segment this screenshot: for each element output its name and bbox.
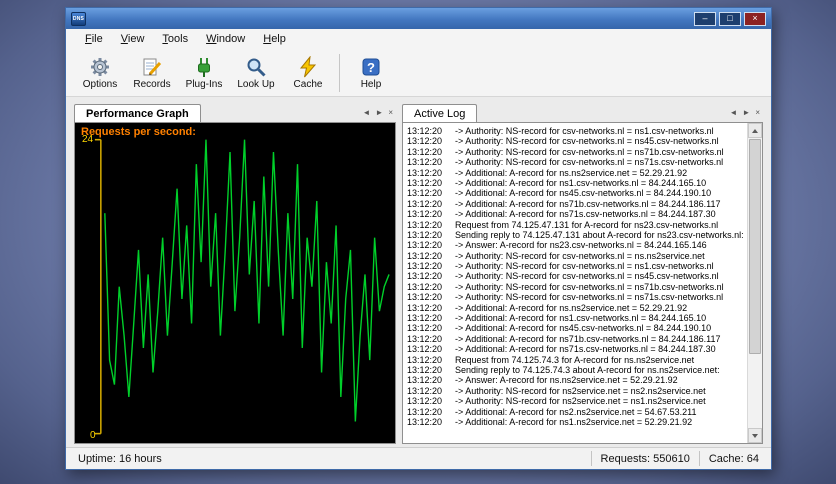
scroll-up-button[interactable] [748, 123, 762, 138]
log-line: 13:12:20 -> Additional: A-record for ns45… [407, 323, 712, 334]
main-area: Performance Graph ◄ ► × Requests per sec [66, 97, 771, 447]
maximize-button[interactable]: □ [719, 11, 741, 26]
toolbar-label: Plug-Ins [185, 78, 223, 90]
close-button[interactable]: × [744, 11, 766, 26]
window-controls: – □ × [694, 11, 766, 26]
status-cache: Cache: 64 [708, 452, 759, 465]
title-bar[interactable]: DNS – □ × [66, 8, 771, 29]
log-line: 13:12:20 -> Authority: NS-record for csv-… [407, 157, 724, 168]
log-line: 13:12:20 -> Authority: NS-record for csv-… [407, 250, 705, 261]
log-line: 13:12:20 -> Additional: A-record for ns71… [407, 198, 721, 209]
log-line: 13:12:20 -> Answer: A-record for ns23.csv… [407, 240, 707, 251]
left-tabstrip: Performance Graph ◄ ► × [74, 101, 396, 123]
log-line: 13:12:20 -> Authority: NS-record for ns2s… [407, 396, 706, 407]
log-line: 13:12:20 -> Authority: NS-record for csv-… [407, 126, 714, 136]
toolbar-label: Records [133, 78, 171, 90]
log-line: 13:12:20 -> Authority: NS-record for ns2s… [407, 385, 706, 396]
log-lines: 13:12:20 -> Authority: NS-record for csv-… [403, 123, 747, 443]
tab-close-icon[interactable]: × [388, 109, 393, 117]
active-log-panel: Active Log ◄ ► × 13:12:20 -> Authority: N… [402, 101, 763, 444]
records-button[interactable]: Records [126, 51, 178, 95]
left-tab-nav: ◄ ► × [362, 109, 396, 122]
gear-icon [91, 57, 109, 76]
cache-button[interactable]: Cache [282, 51, 334, 95]
menu-file[interactable]: File [76, 31, 112, 47]
plugins-button[interactable]: Plug-Ins [178, 51, 230, 95]
lookup-icon [247, 58, 266, 77]
app-icon: DNS [71, 11, 86, 26]
app-window: DNS – □ × File View Tools Window Help Op… [65, 7, 772, 470]
scroll-down-button[interactable] [748, 428, 762, 443]
minimize-button[interactable]: – [694, 11, 716, 26]
log-line: 13:12:20 -> Additional: A-record for ns45… [407, 188, 712, 199]
tab-scroll-left-icon[interactable]: ◄ [729, 109, 737, 117]
options-button[interactable]: Options [74, 51, 126, 95]
right-tabstrip: Active Log ◄ ► × [402, 101, 763, 123]
chart-line [104, 139, 390, 422]
scroll-up-icon [752, 128, 758, 133]
chart-canvas [94, 138, 390, 435]
right-tab-nav: ◄ ► × [729, 109, 763, 122]
log-line: 13:12:20 Request from 74.125.47.131 for A… [407, 219, 719, 230]
menu-help[interactable]: Help [254, 31, 295, 47]
menu-window[interactable]: Window [197, 31, 254, 47]
tab-active-log[interactable]: Active Log [402, 104, 478, 123]
chart-title: Requests per second: [81, 126, 196, 138]
active-log-body: 13:12:20 -> Authority: NS-record for csv-… [402, 122, 763, 444]
log-line: 13:12:20 -> Additional: A-record for ns.n… [407, 302, 688, 313]
log-line: 13:12:20 -> Answer: A-record for ns.ns2se… [407, 375, 678, 386]
menu-bar: File View Tools Window Help [66, 29, 771, 49]
log-line: 13:12:20 -> Additional: A-record for ns2.… [407, 406, 697, 417]
help-icon: ? [362, 58, 380, 75]
performance-chart: Requests per second: 24 0 [74, 122, 396, 444]
toolbar-label: Help [360, 78, 382, 90]
status-bar: Uptime: 16 hours Requests: 550610 Cache:… [66, 447, 771, 469]
tab-performance-graph[interactable]: Performance Graph [74, 104, 201, 123]
log-line: 13:12:20 -> Authority: NS-record for csv-… [407, 136, 719, 147]
log-line: 13:12:20 -> Additional: A-record for ns71… [407, 333, 721, 344]
help-button[interactable]: ? Help [345, 51, 397, 95]
log-line: 13:12:20 -> Additional: A-record for ns1.… [407, 313, 707, 324]
toolbar-label: Options [82, 78, 118, 90]
menu-tools[interactable]: Tools [153, 31, 197, 47]
tab-scroll-right-icon[interactable]: ► [742, 109, 750, 117]
log-line: 13:12:20 -> Authority: NS-record for csv-… [407, 146, 724, 157]
y-axis-min-label: 0 [90, 430, 96, 441]
log-line: 13:12:20 -> Authority: NS-record for csv-… [407, 292, 724, 303]
log-line: 13:12:20 -> Additional: A-record for ns1.… [407, 416, 693, 427]
tab-close-icon[interactable]: × [755, 109, 760, 117]
log-line: 13:12:20 -> Additional: A-record for ns.n… [407, 167, 688, 178]
scroll-thumb[interactable] [749, 139, 761, 354]
status-uptime: Uptime: 16 hours [78, 452, 162, 465]
plug-icon [198, 57, 210, 77]
log-line: 13:12:20 Sending reply to 74.125.47.131 a… [407, 229, 744, 240]
log-scrollbar[interactable] [747, 123, 762, 443]
scroll-track[interactable] [748, 138, 762, 428]
toolbar: Options Records Plug-Ins Look Up Cache ?… [66, 49, 771, 97]
toolbar-label: Look Up [237, 78, 275, 90]
tab-scroll-left-icon[interactable]: ◄ [362, 109, 370, 117]
log-line: 13:12:20 -> Additional: A-record for ns71… [407, 209, 716, 220]
y-axis-max-label: 24 [82, 134, 94, 145]
cache-icon [299, 55, 317, 77]
performance-graph-panel: Performance Graph ◄ ► × Requests per sec [74, 101, 396, 444]
tab-scroll-right-icon[interactable]: ► [375, 109, 383, 117]
log-line: 13:12:20 -> Authority: NS-record for csv-… [407, 271, 719, 282]
svg-text:?: ? [367, 60, 375, 75]
desktop: DNS – □ × File View Tools Window Help Op… [0, 0, 836, 484]
toolbar-separator [339, 53, 340, 92]
log-line: 13:12:20 -> Additional: A-record for ns1.… [407, 177, 707, 188]
toolbar-label: Cache [293, 78, 323, 90]
log-line: 13:12:20 Request from 74.125.74.3 for A-r… [407, 354, 695, 365]
log-line: 13:12:20 Sending reply to 74.125.74.3 abo… [407, 364, 720, 375]
records-icon [143, 58, 162, 75]
log-line: 13:12:20 -> Authority: NS-record for csv-… [407, 281, 724, 292]
log-line: 13:12:20 -> Authority: NS-record for csv-… [407, 261, 714, 272]
status-requests: Requests: 550610 [600, 452, 690, 465]
scroll-down-icon [752, 433, 758, 438]
menu-view[interactable]: View [112, 31, 154, 47]
log-line: 13:12:20 -> Additional: A-record for ns71… [407, 344, 716, 355]
lookup-button[interactable]: Look Up [230, 51, 282, 95]
